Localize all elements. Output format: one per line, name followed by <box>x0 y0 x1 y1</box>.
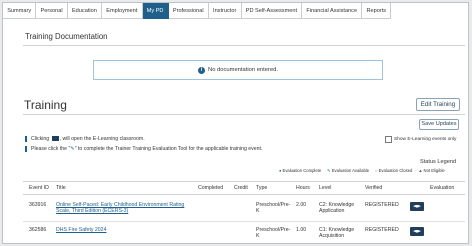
tab-bar: Summary Personal Education Employment My… <box>3 3 392 19</box>
info-icon: i <box>198 66 206 74</box>
elearning-classroom-button[interactable] <box>410 202 424 211</box>
cell-level: C1: Knowledge Acquisition <box>319 227 355 239</box>
elearning-only-checkbox[interactable]: Show E-Learning events only <box>385 136 456 143</box>
legend-item-not-eligible: ▲Not Eligible <box>418 168 445 173</box>
cell-event-id: 363916 <box>29 202 47 208</box>
training-documentation-title: Training Documentation <box>25 32 108 41</box>
complete-status-icon: ● <box>279 168 282 173</box>
help-text-evaluation: Please click the "✎" to complete the Tra… <box>25 146 351 152</box>
table-row: 363916 Online Self-Paced: Early Childhoo… <box>23 194 465 222</box>
header-level: Level <box>319 185 332 191</box>
cell-hours: 1.00 <box>296 227 307 233</box>
graduation-cap-icon <box>413 204 421 208</box>
cell-verified: REGISTERED <box>365 227 399 233</box>
header-hours: Hours <box>296 185 310 191</box>
status-legend-title: Status Legend <box>420 159 457 165</box>
tab-professional[interactable]: Professional <box>168 3 209 19</box>
tab-my-pd[interactable]: My PD <box>142 3 169 19</box>
help-text-elearning: Clicking , will open the E-Learning clas… <box>25 136 351 142</box>
tab-financial-assistance[interactable]: Financial Assistance <box>302 3 363 19</box>
notice-text: No documentation entered. <box>208 67 278 73</box>
header-evaluation: Evaluation <box>430 185 455 191</box>
tab-instructor[interactable]: Instructor <box>208 3 242 19</box>
not-eligible-status-icon: ▲ <box>418 168 423 173</box>
tab-employment[interactable]: Employment <box>102 3 143 19</box>
tab-personal[interactable]: Personal <box>36 3 68 19</box>
checkbox-box[interactable] <box>385 136 392 143</box>
header-completed: Completed <box>198 185 224 191</box>
elearning-classroom-button[interactable] <box>410 227 424 236</box>
training-title: Training <box>24 98 67 112</box>
tab-education[interactable]: Education <box>67 3 103 19</box>
save-updates-button[interactable]: Save Updates <box>419 119 459 130</box>
graduation-cap-icon <box>413 229 421 233</box>
cell-verified: REGISTERED <box>365 202 399 208</box>
cell-hours: 2.00 <box>296 202 307 208</box>
training-title-link[interactable]: Online Self-Paced: Early Childhood Envir… <box>56 202 186 214</box>
tab-reports[interactable]: Reports <box>362 3 392 19</box>
tab-summary[interactable]: Summary <box>3 3 37 19</box>
no-documentation-notice: i No documentation entered. <box>93 60 383 80</box>
training-title-link[interactable]: DHS Fire Safety 2024 <box>56 227 186 233</box>
legend-item-complete: ●Evaluation Complete <box>279 168 322 173</box>
header-event-id: Event ID <box>29 185 49 191</box>
status-legend: ●Evaluation Complete ✎Evaluation Availab… <box>279 168 445 173</box>
header-title: Title <box>56 185 66 191</box>
header-verified: Verified <box>365 185 383 191</box>
graduation-cap-icon <box>51 136 59 142</box>
cell-event-id: 362586 <box>29 227 47 233</box>
edit-training-button[interactable]: Edit Training <box>416 98 460 111</box>
legend-item-available: ✎Evaluation Available <box>327 168 370 173</box>
closed-status-icon: ○ <box>375 168 378 173</box>
cell-type: Preschool/Pre-K <box>256 202 291 214</box>
table-header: Event ID Title Completed Credit Type Hou… <box>23 181 465 195</box>
cell-level: C2: Knowledge Application <box>319 202 355 214</box>
cell-type: Preschool/Pre-K <box>256 227 291 239</box>
window: Summary Personal Education Employment My… <box>2 2 469 244</box>
divider <box>23 45 465 46</box>
legend-item-closed: ○Evaluation Closed <box>375 168 413 173</box>
table-row: 362586 DHS Fire Safety 2024 Preschool/Pr… <box>23 222 465 243</box>
tab-pd-self-assessment[interactable]: PD Self-Assessment <box>241 3 303 19</box>
available-status-icon: ✎ <box>327 168 331 173</box>
divider <box>23 114 465 115</box>
header-credit: Credit <box>234 185 248 191</box>
header-type: Type <box>256 185 268 191</box>
